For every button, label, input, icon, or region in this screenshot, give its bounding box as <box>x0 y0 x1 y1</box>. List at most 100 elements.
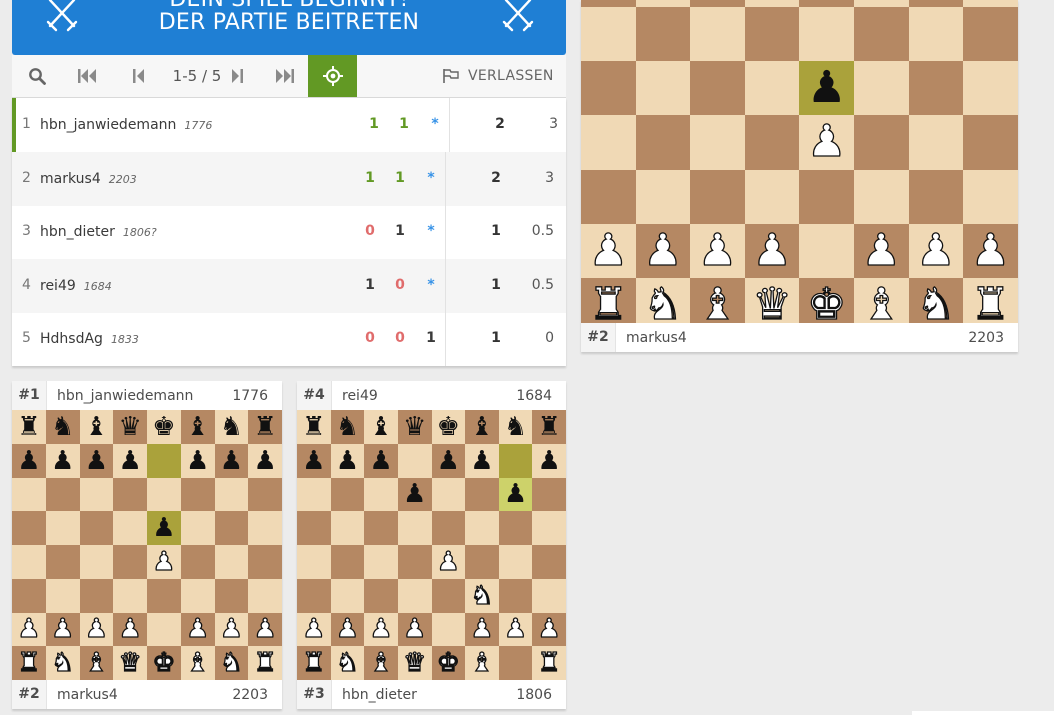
black-knight-icon[interactable]: ♞ <box>220 414 243 440</box>
board-square[interactable]: ♝ <box>853 277 909 323</box>
board-square[interactable] <box>799 0 854 7</box>
chess-board[interactable]: ♟ ♟ ♟ ♟ ♟ ♟ ♟ ♟ ♟ ♜ ♞ ♝ ♛ ♚ ♝ ♞ ♜ <box>581 0 1018 323</box>
black-pawn-icon[interactable]: ♟ <box>403 481 426 507</box>
black-pawn-icon[interactable]: ♟ <box>17 448 40 474</box>
board-square[interactable] <box>744 61 800 116</box>
board-square[interactable]: ♝ <box>180 410 215 444</box>
black-knight-icon[interactable]: ♞ <box>336 414 359 440</box>
board-square[interactable] <box>79 511 114 545</box>
board-square[interactable]: ♜ <box>297 410 331 444</box>
black-knight-icon[interactable]: ♞ <box>51 414 74 440</box>
chess-board[interactable]: ♜ ♞ ♝ ♛ ♚ ♝ ♞ ♜ ♟ ♟ ♟ ♟ ♟ ♟ ♟ ♟ ♟ ♟ ♟ ♟ ♟ ♟ ♟ ♟ ♜ ♞ ♝ ♛ ♚ ♝ ♞ ♜ <box>12 410 282 680</box>
game-score[interactable]: * <box>421 170 441 186</box>
white-knight-icon[interactable]: ♞ <box>470 582 495 609</box>
board-square[interactable]: ♚ <box>431 410 466 444</box>
board-square[interactable] <box>297 477 331 512</box>
board-square[interactable] <box>581 115 636 170</box>
black-pawn-icon[interactable]: ♟ <box>336 448 359 474</box>
black-pawn-icon[interactable]: ♟ <box>118 448 141 474</box>
board-square[interactable]: ♜ <box>248 410 282 444</box>
white-pawn-icon[interactable]: ♟ <box>253 616 278 643</box>
board-square[interactable] <box>853 7 909 62</box>
white-rook-icon[interactable]: ♜ <box>537 649 562 676</box>
board-square[interactable] <box>532 545 566 579</box>
black-pawn-icon[interactable]: ♟ <box>538 448 561 474</box>
board-square[interactable]: ♛ <box>397 410 432 444</box>
board-square[interactable]: ♟ <box>690 223 745 278</box>
black-bishop-icon[interactable]: ♝ <box>369 414 392 440</box>
board-square[interactable] <box>330 545 365 579</box>
board-square[interactable]: ♜ <box>581 277 636 323</box>
board-square[interactable]: ♝ <box>364 646 398 680</box>
board-square[interactable]: ♟ <box>498 612 533 647</box>
board-square[interactable]: ♞ <box>45 410 80 444</box>
my-position-button[interactable] <box>308 55 357 97</box>
board-square[interactable] <box>908 169 964 224</box>
white-pawn-icon[interactable]: ♟ <box>50 616 75 643</box>
black-pawn-icon[interactable]: ♟ <box>186 448 209 474</box>
board-square[interactable]: ♚ <box>799 277 854 323</box>
board-square[interactable]: ♟ <box>963 223 1018 278</box>
white-pawn-icon[interactable]: ♟ <box>369 616 394 643</box>
board-square[interactable]: ♜ <box>12 646 46 680</box>
board-square[interactable]: ♟ <box>45 612 80 647</box>
board-square[interactable]: ♞ <box>45 646 80 680</box>
board-square[interactable] <box>248 511 282 545</box>
leave-tournament-button[interactable]: VERLASSEN <box>442 55 556 97</box>
board-square[interactable]: ♛ <box>113 410 147 444</box>
board-square[interactable] <box>431 578 466 613</box>
board-square[interactable] <box>12 511 46 545</box>
black-pawn-icon[interactable]: ♟ <box>437 448 460 474</box>
black-king-icon[interactable]: ♚ <box>152 414 175 440</box>
black-rook-icon[interactable]: ♜ <box>253 414 276 440</box>
white-rook-icon[interactable]: ♜ <box>970 282 1011 323</box>
board-square[interactable] <box>963 115 1018 170</box>
standings-row[interactable]: 1 hbn_janwiedemann 1776 1 1 * 2 3 <box>12 98 566 152</box>
board-square[interactable] <box>799 169 854 224</box>
board-square[interactable] <box>180 511 215 545</box>
board-square[interactable]: ♜ <box>297 646 331 680</box>
board-square[interactable] <box>581 0 636 7</box>
board-square[interactable] <box>690 61 745 116</box>
board-square[interactable]: ♟ <box>465 443 499 478</box>
white-pawn-icon[interactable]: ♟ <box>588 228 629 273</box>
board-square[interactable] <box>248 545 282 579</box>
board-square[interactable] <box>397 545 432 579</box>
board-square[interactable]: ♟ <box>214 612 249 647</box>
player-name[interactable]: hbn_janwiedemann 1776 <box>40 117 212 133</box>
white-knight-icon[interactable]: ♞ <box>642 282 683 323</box>
board-square[interactable]: ♚ <box>147 410 181 444</box>
white-queen-icon[interactable]: ♛ <box>402 649 427 676</box>
board-square[interactable]: ♟ <box>581 223 636 278</box>
board-square[interactable] <box>147 477 181 512</box>
board-square[interactable]: ♛ <box>397 646 432 680</box>
previous-page-button[interactable] <box>126 55 152 97</box>
board-square[interactable] <box>431 477 466 512</box>
board-square[interactable] <box>113 578 147 613</box>
board-square[interactable] <box>330 477 365 512</box>
featured-game-board[interactable]: ♟ ♟ ♟ ♟ ♟ ♟ ♟ ♟ ♟ ♜ ♞ ♝ ♛ ♚ ♝ ♞ ♜ #2 markus4 2203 <box>581 0 1018 352</box>
board-square[interactable] <box>330 578 365 613</box>
white-queen-icon[interactable]: ♛ <box>118 649 143 676</box>
board-square[interactable] <box>214 511 249 545</box>
board-square[interactable]: ♟ <box>465 612 499 647</box>
black-pawn-icon[interactable]: ♟ <box>369 448 392 474</box>
board-square[interactable] <box>180 578 215 613</box>
board-square[interactable] <box>214 477 249 512</box>
black-queen-icon[interactable]: ♛ <box>403 414 426 440</box>
board-square[interactable] <box>364 511 398 545</box>
board-square[interactable] <box>498 578 533 613</box>
board-square[interactable] <box>431 612 466 647</box>
board-square[interactable] <box>45 545 80 579</box>
standings-row[interactable]: 3 hbn_dieter 1806? 0 1 * 1 0.5 <box>12 205 566 260</box>
board-square[interactable]: ♟ <box>532 443 566 478</box>
white-bishop-icon[interactable]: ♝ <box>84 649 109 676</box>
white-rook-icon[interactable]: ♜ <box>301 649 326 676</box>
board-square[interactable] <box>532 578 566 613</box>
board-square[interactable] <box>397 578 432 613</box>
board-square[interactable] <box>690 115 745 170</box>
white-pawn-icon[interactable]: ♟ <box>537 616 562 643</box>
board-square[interactable] <box>908 61 964 116</box>
board-square[interactable] <box>690 7 745 62</box>
player-name[interactable]: hbn_janwiedemann <box>57 388 193 404</box>
